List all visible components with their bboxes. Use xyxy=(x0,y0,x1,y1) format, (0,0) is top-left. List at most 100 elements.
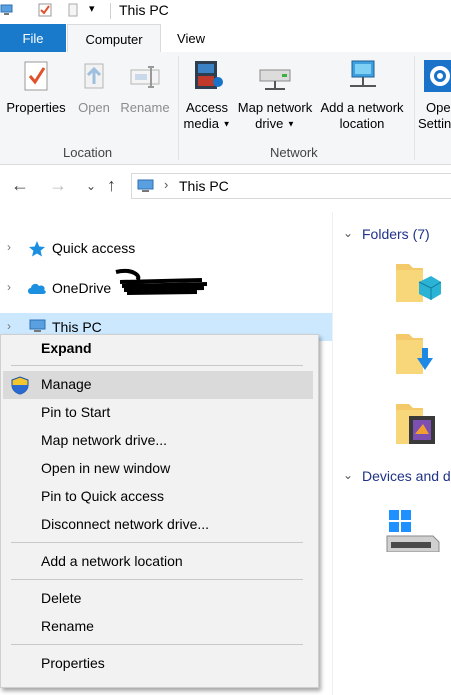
ribbon-tabs: File Computer View xyxy=(0,24,451,54)
menu-item-pin-to-quick-access[interactable]: Pin to Quick access xyxy=(3,483,313,511)
properties-check-icon[interactable] xyxy=(38,3,52,17)
access-media-label-1: Access xyxy=(186,100,228,115)
open-settings-label-2: Settin xyxy=(418,116,451,131)
pane-divider[interactable] xyxy=(332,212,333,695)
chevron-down-icon: ▼ xyxy=(286,119,295,129)
menu-item-rename[interactable]: Rename xyxy=(3,613,313,641)
star-icon xyxy=(29,241,45,257)
nav-item-label: OneDrive xyxy=(52,280,112,296)
title-bar: ▾ This PC xyxy=(0,0,451,22)
properties-ribbon-button[interactable]: Properties xyxy=(5,58,67,116)
menu-item-disconnect-network-drive[interactable]: Disconnect network drive... xyxy=(3,511,313,539)
access-media-label-2: media xyxy=(183,116,219,131)
context-menu: Expand Manage Pin to Start Map network d… xyxy=(0,334,319,688)
folder-3d-objects-icon[interactable] xyxy=(393,258,441,306)
computer-icon xyxy=(29,319,46,332)
rename-label: Rename xyxy=(120,100,170,115)
nav-item-label: Quick access xyxy=(52,240,136,256)
recent-locations-chevron-icon[interactable]: ⌄ xyxy=(86,179,96,193)
network-drive-icon xyxy=(257,58,293,94)
title-divider xyxy=(110,3,111,19)
menu-item-expand[interactable]: Expand xyxy=(3,335,313,363)
folder-videos-icon[interactable] xyxy=(393,398,441,448)
collapse-chevron-icon[interactable]: ⌄ xyxy=(343,226,353,240)
menu-item-manage[interactable]: Manage xyxy=(3,371,313,399)
map-network-drive-label-2: drive xyxy=(255,116,284,131)
menu-item-label: Pin to Quick access xyxy=(41,488,164,504)
cloud-icon xyxy=(28,283,46,294)
menu-item-label: Add a network location xyxy=(41,553,183,569)
address-row: ← → ⌄ ↑ › This PC xyxy=(0,165,451,209)
open-icon xyxy=(76,58,112,94)
menu-item-label: Delete xyxy=(41,590,82,606)
menu-item-label: Disconnect network drive... xyxy=(41,516,210,532)
chevron-down-icon: ▼ xyxy=(222,119,231,129)
access-media-button[interactable]: Access media ▼ xyxy=(181,58,233,133)
menu-item-open-in-new-window[interactable]: Open in new window xyxy=(3,455,313,483)
ribbon-panel: Properties Open Rename Location Access m… xyxy=(0,52,451,165)
location-group-label: Location xyxy=(63,145,113,160)
network-location-icon xyxy=(344,58,380,94)
menu-item-label: Map network drive... xyxy=(41,432,168,448)
add-network-location-label-2: location xyxy=(339,116,385,131)
open-label: Open xyxy=(78,100,110,115)
new-folder-icon[interactable] xyxy=(66,3,80,17)
menu-item-label: Rename xyxy=(41,618,94,634)
menu-separator xyxy=(11,579,303,580)
breadcrumb-chevron-icon[interactable]: › xyxy=(164,177,168,192)
uac-shield-icon xyxy=(11,376,29,395)
menu-item-label: Pin to Start xyxy=(41,404,111,420)
tab-view[interactable]: View xyxy=(160,24,222,52)
rename-ribbon-button[interactable]: Rename xyxy=(119,58,171,116)
menu-item-map-network-drive[interactable]: Map network drive... xyxy=(3,427,313,455)
ribbon-group-divider xyxy=(414,56,415,160)
menu-item-add-network-location[interactable]: Add a network location xyxy=(3,548,313,576)
expand-chevron-icon[interactable]: › xyxy=(7,240,11,254)
nav-item-label: This PC xyxy=(52,319,102,335)
open-settings-label-1: Ope xyxy=(426,100,451,115)
add-network-location-button[interactable]: Add a network location xyxy=(316,58,408,132)
this-pc-icon xyxy=(137,179,154,192)
redaction-scribble xyxy=(115,269,208,295)
expand-chevron-icon[interactable]: › xyxy=(7,280,11,294)
map-network-drive-button[interactable]: Map network drive ▼ xyxy=(235,58,315,133)
menu-separator xyxy=(11,644,303,645)
expand-chevron-icon[interactable]: › xyxy=(7,319,11,333)
menu-item-label: Properties xyxy=(41,655,105,671)
devices-section-header[interactable]: Devices and d xyxy=(362,468,451,484)
nav-item-quick-access[interactable]: › Quick access xyxy=(0,234,332,262)
local-disk-icon[interactable] xyxy=(385,508,441,552)
address-bar[interactable]: › This PC xyxy=(131,173,451,199)
settings-gear-icon xyxy=(422,58,451,94)
menu-item-pin-to-start[interactable]: Pin to Start xyxy=(3,399,313,427)
computer-icon[interactable] xyxy=(0,3,14,17)
menu-separator xyxy=(11,365,303,366)
breadcrumb-this-pc[interactable]: This PC xyxy=(179,178,229,194)
add-network-location-label-1: Add a network xyxy=(320,100,404,115)
tab-file[interactable]: File xyxy=(0,24,66,52)
menu-separator xyxy=(11,542,303,543)
collapse-chevron-icon[interactable]: ⌄ xyxy=(343,468,353,482)
media-icon xyxy=(189,58,225,94)
folders-section-header[interactable]: Folders (7) xyxy=(362,226,430,242)
menu-item-delete[interactable]: Delete xyxy=(3,585,313,613)
nav-item-onedrive[interactable]: › OneDrive xyxy=(0,269,332,302)
properties-icon xyxy=(18,58,54,94)
forward-arrow-icon[interactable]: → xyxy=(49,175,67,196)
menu-item-label: Expand xyxy=(41,340,92,356)
qat-dropdown-icon[interactable]: ▾ xyxy=(89,2,95,15)
back-arrow-icon[interactable]: ← xyxy=(11,175,29,196)
up-arrow-icon[interactable]: ↑ xyxy=(107,175,116,196)
properties-label: Properties xyxy=(6,100,66,115)
rename-icon xyxy=(127,58,163,94)
menu-item-properties[interactable]: Properties xyxy=(3,650,313,678)
ribbon-group-divider xyxy=(178,56,179,160)
open-settings-button[interactable]: Ope Settin xyxy=(418,58,451,132)
menu-item-label: Open in new window xyxy=(41,460,171,476)
menu-item-label: Manage xyxy=(41,376,92,392)
map-network-drive-label-1: Map network xyxy=(237,100,313,115)
open-ribbon-button[interactable]: Open xyxy=(74,58,114,116)
tab-computer[interactable]: Computer xyxy=(67,24,161,54)
network-group-label: Network xyxy=(270,145,318,160)
folder-downloads-icon[interactable] xyxy=(393,328,441,378)
